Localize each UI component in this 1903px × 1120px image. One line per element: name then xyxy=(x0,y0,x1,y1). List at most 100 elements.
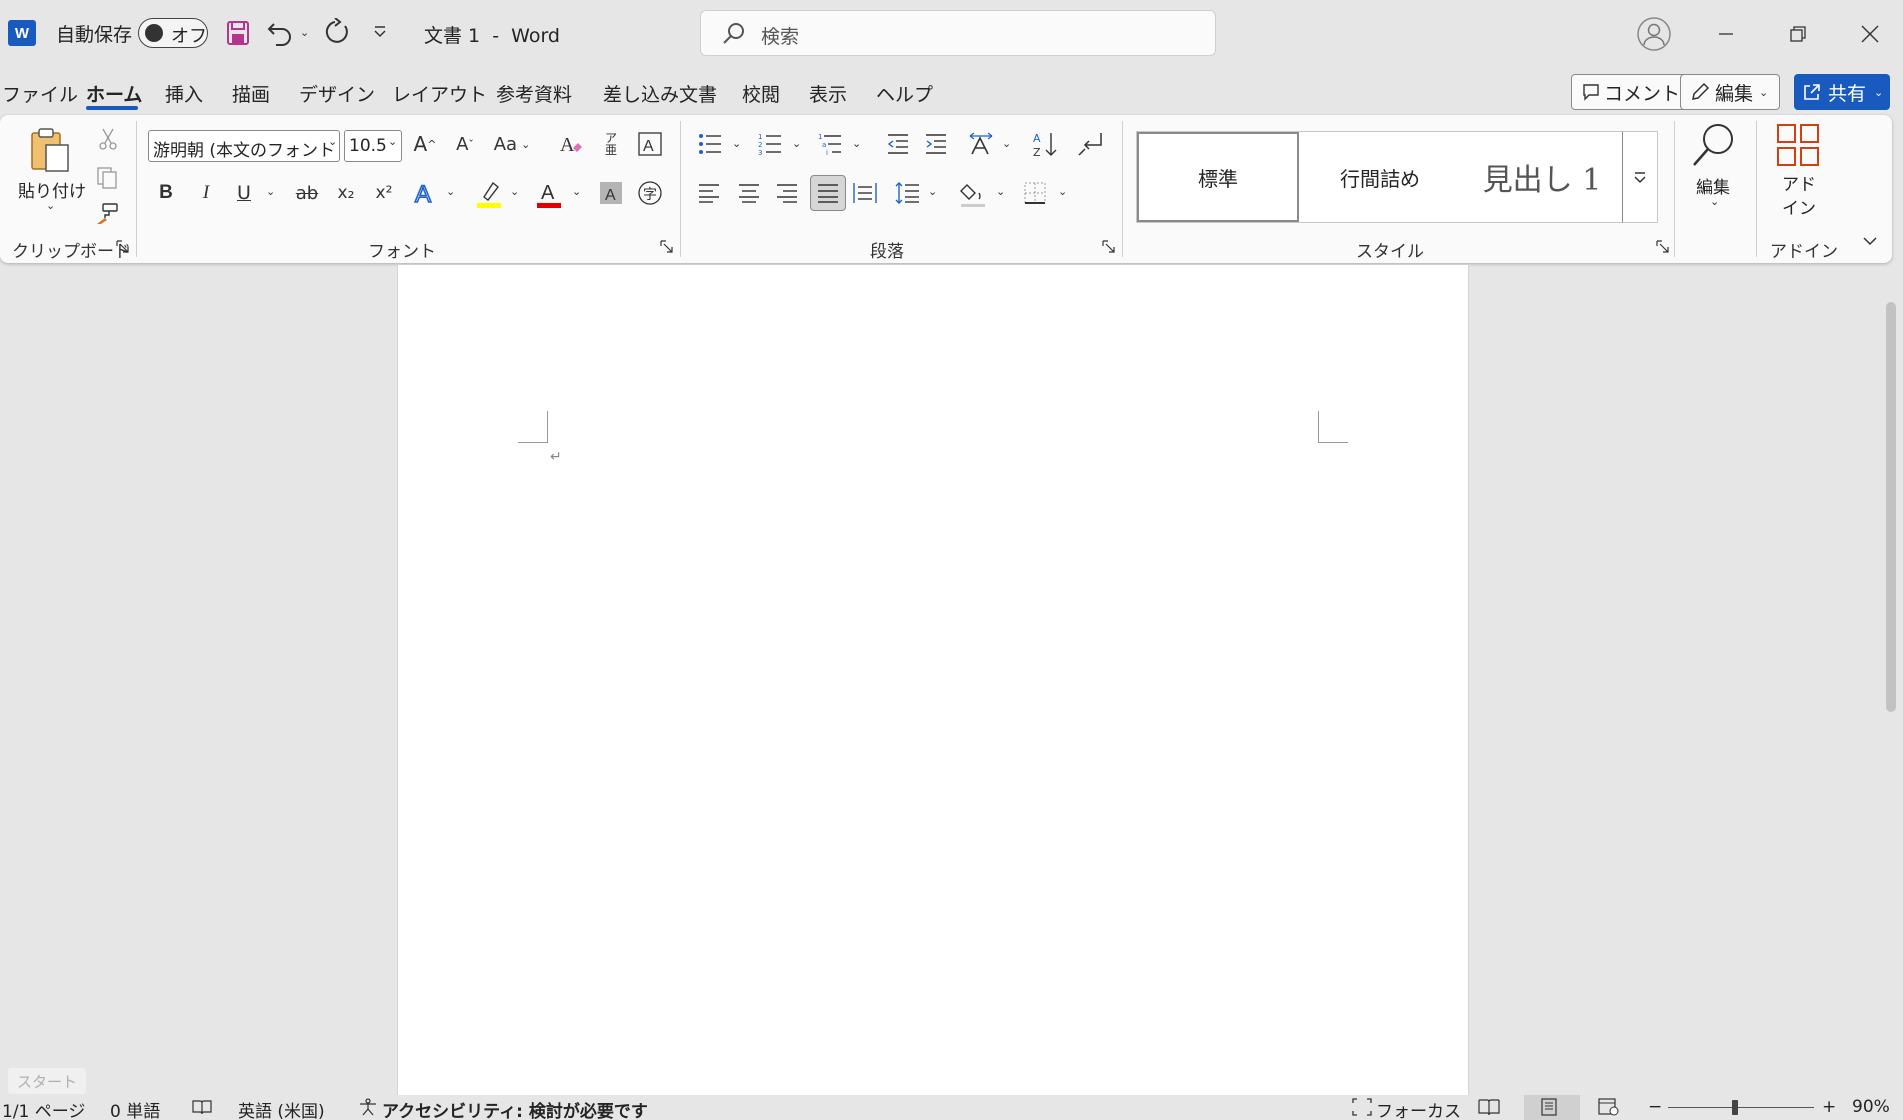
strikethrough-icon[interactable]: ab xyxy=(290,178,324,208)
zoom-level[interactable]: 90% xyxy=(1852,1097,1890,1117)
increase-indent-icon[interactable] xyxy=(922,129,950,159)
addins-button-label[interactable]: アド イン xyxy=(1782,173,1816,221)
decrease-indent-icon[interactable] xyxy=(884,129,912,159)
style-normal[interactable]: 標準 xyxy=(1137,132,1299,222)
share-button[interactable]: 共有 ⌄ xyxy=(1794,74,1890,110)
enclose-characters-icon[interactable]: 字 xyxy=(636,178,664,208)
chevron-down-icon[interactable]: ⌄ xyxy=(852,137,861,150)
tab-review[interactable]: 校閲 xyxy=(742,80,780,107)
accessibility-status[interactable]: アクセシビリティ: 検討が必要です xyxy=(382,1097,648,1120)
accessibility-icon[interactable] xyxy=(358,1098,378,1116)
tab-layout[interactable]: レイアウト xyxy=(392,80,487,107)
chevron-down-icon[interactable]: ⌄ xyxy=(732,137,741,150)
tab-insert[interactable]: 挿入 xyxy=(165,80,203,107)
tab-file[interactable]: ファイル xyxy=(2,80,78,107)
numbering-icon[interactable]: 123 xyxy=(756,129,784,159)
tab-view[interactable]: 表示 xyxy=(809,80,847,107)
addins-icon[interactable] xyxy=(1776,123,1820,167)
chevron-down-icon[interactable]: ⌄ xyxy=(1002,137,1011,150)
paste-dropdown-chevron-icon[interactable]: ⌄ xyxy=(46,199,55,212)
grow-font-icon[interactable]: A ^ xyxy=(410,129,440,159)
bullets-icon[interactable] xyxy=(696,129,724,159)
undo-dropdown-chevron-icon[interactable]: ⌄ xyxy=(300,26,309,39)
show-paragraph-marks-icon[interactable] xyxy=(1076,129,1106,159)
align-left-icon[interactable] xyxy=(694,178,724,208)
styles-more-button[interactable] xyxy=(1622,131,1658,223)
phonetic-guide-icon[interactable]: ア亜 xyxy=(596,129,626,159)
save-icon[interactable] xyxy=(226,20,250,46)
bold-icon[interactable]: B xyxy=(152,178,180,208)
redo-icon[interactable] xyxy=(323,18,351,46)
zoom-slider-thumb[interactable] xyxy=(1732,1100,1738,1115)
styles-launcher-icon[interactable] xyxy=(1656,240,1670,254)
sort-icon[interactable]: AZ xyxy=(1030,129,1060,159)
web-layout-icon[interactable] xyxy=(1598,1098,1620,1116)
page-count[interactable]: 1/1 ページ xyxy=(2,1097,85,1120)
word-count[interactable]: 0 単語 xyxy=(110,1097,160,1120)
zoom-in-icon[interactable]: + xyxy=(1822,1097,1836,1117)
line-spacing-icon[interactable] xyxy=(892,178,922,208)
format-painter-icon[interactable] xyxy=(94,201,120,227)
italic-icon[interactable]: I xyxy=(192,178,220,208)
tab-design[interactable]: デザイン xyxy=(299,80,375,107)
editing-mode-button[interactable]: 編集 ⌄ xyxy=(1680,74,1780,110)
character-border-icon[interactable]: A xyxy=(636,129,664,159)
chevron-down-icon[interactable]: ⌄ xyxy=(510,185,519,198)
zoom-out-icon[interactable]: − xyxy=(1648,1097,1662,1117)
search-box[interactable]: 検索 xyxy=(700,10,1216,56)
text-effects-icon[interactable]: A xyxy=(412,178,440,208)
subscript-icon[interactable]: x₂ xyxy=(332,178,360,208)
autosave-toggle[interactable]: オフ xyxy=(138,18,208,48)
multilevel-list-icon[interactable]: 1ai xyxy=(816,129,844,159)
chevron-down-icon[interactable]: ⌄ xyxy=(792,137,801,150)
chevron-down-icon[interactable]: ⌄ xyxy=(928,185,937,198)
zoom-slider[interactable] xyxy=(1668,1107,1814,1108)
paste-icon[interactable] xyxy=(28,127,72,175)
tab-references[interactable]: 参考資料 xyxy=(496,80,572,107)
focus-label[interactable]: フォーカス xyxy=(1376,1097,1461,1120)
font-launcher-icon[interactable] xyxy=(660,240,674,254)
superscript-icon[interactable]: x² xyxy=(370,178,398,208)
tab-help[interactable]: ヘルプ xyxy=(876,80,933,107)
language-indicator[interactable]: 英語 (米国) xyxy=(238,1097,325,1120)
shrink-font-icon[interactable]: Aˇ xyxy=(450,129,480,159)
clipboard-launcher-icon[interactable] xyxy=(116,240,130,254)
clear-formatting-icon[interactable]: A xyxy=(556,129,586,159)
borders-icon[interactable] xyxy=(1020,178,1050,208)
shading-icon[interactable] xyxy=(958,178,988,210)
minimize-icon[interactable] xyxy=(1706,14,1746,54)
tab-draw[interactable]: 描画 xyxy=(232,80,270,107)
chevron-down-icon[interactable]: ⌄ xyxy=(1058,185,1067,198)
document-page[interactable]: ↵ xyxy=(397,265,1469,1095)
collapse-ribbon-chevron-icon[interactable] xyxy=(1862,235,1878,247)
customize-quick-access-icon[interactable] xyxy=(372,24,388,40)
vertical-scrollbar[interactable] xyxy=(1886,302,1896,712)
underline-dropdown-chevron-icon[interactable]: ⌄ xyxy=(266,185,275,198)
paragraph-launcher-icon[interactable] xyxy=(1102,240,1116,254)
tab-home[interactable]: ホーム xyxy=(86,80,142,107)
close-icon[interactable] xyxy=(1850,14,1890,54)
restore-icon[interactable] xyxy=(1778,14,1818,54)
tab-mailings[interactable]: 差し込み文書 xyxy=(603,80,717,107)
proofing-book-icon[interactable] xyxy=(192,1099,212,1115)
undo-icon[interactable] xyxy=(266,18,294,46)
chevron-down-icon[interactable]: ⌄ xyxy=(446,185,455,198)
account-avatar-icon[interactable] xyxy=(1634,14,1674,54)
read-mode-icon[interactable] xyxy=(1478,1098,1500,1116)
asian-layout-icon[interactable] xyxy=(966,129,996,159)
find-search-icon[interactable] xyxy=(1690,121,1738,169)
font-name-dropdown[interactable]: 游明朝 (本文のフォント xyxy=(148,130,340,162)
style-no-spacing[interactable]: 行間詰め xyxy=(1299,132,1461,222)
copy-icon[interactable] xyxy=(94,165,120,191)
underline-icon[interactable]: U xyxy=(230,178,258,208)
font-color-icon[interactable]: A xyxy=(534,178,564,210)
chevron-down-icon[interactable]: ⌄ xyxy=(1710,195,1719,208)
character-shading-icon[interactable]: A xyxy=(598,178,624,208)
align-right-icon[interactable] xyxy=(772,178,802,208)
chevron-down-icon[interactable]: ⌄ xyxy=(572,185,581,198)
cut-icon[interactable] xyxy=(96,127,120,151)
focus-icon[interactable] xyxy=(1352,1098,1372,1116)
align-center-icon[interactable] xyxy=(734,178,764,208)
highlight-color-icon[interactable] xyxy=(474,178,504,210)
change-case-icon[interactable]: Aa ⌄ xyxy=(490,129,534,159)
